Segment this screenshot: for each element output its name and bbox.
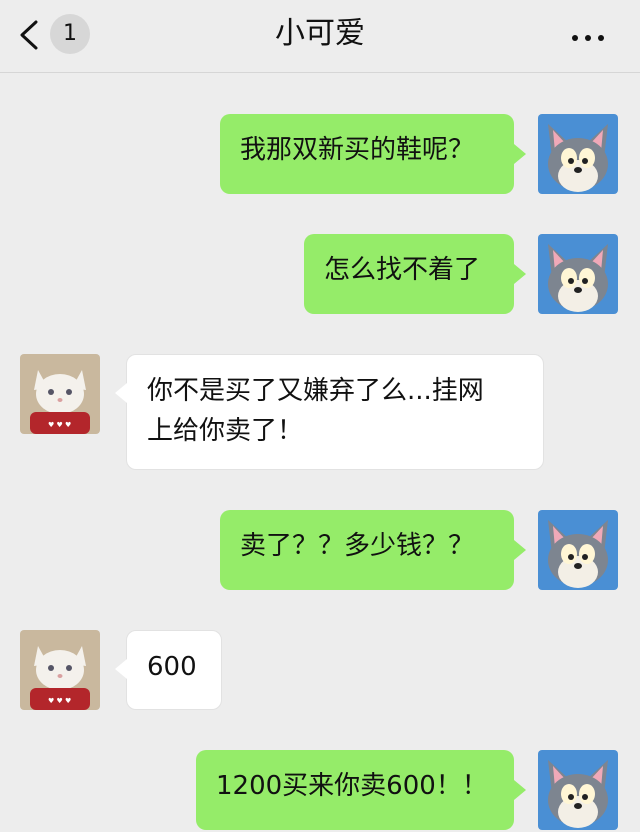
message-bubble[interactable]: 1200买来你卖600！！ [196,750,526,830]
message-bubble[interactable]: 我那双新买的鞋呢？ [220,114,526,194]
my-avatar[interactable] [538,114,618,194]
chat-title: 小可爱 [275,16,365,51]
cat-cartoon-icon [538,234,618,314]
white-cat-photo-icon: ♥ ♥ ♥ [20,630,100,710]
contact-avatar[interactable]: ♥ ♥ ♥ [20,354,100,434]
message-bubble[interactable]: 你不是买了又嫌弃了么...挂网 上给你卖了！ [115,354,544,470]
svg-text:♥ ♥ ♥: ♥ ♥ ♥ [48,697,71,705]
message-bubble[interactable]: 卖了？？多少钱？？ [220,510,526,590]
ellipsis-icon [572,35,578,41]
my-avatar[interactable] [538,750,618,830]
contact-avatar[interactable]: ♥ ♥ ♥ [20,630,100,710]
message-bubble[interactable]: 怎么找不着了 [304,234,526,314]
cat-cartoon-icon [538,750,618,830]
chat-header: 1 小可爱 [0,0,640,73]
white-cat-photo-icon: ♥ ♥ ♥ [20,354,100,434]
my-avatar[interactable] [538,234,618,314]
svg-text:♥ ♥ ♥: ♥ ♥ ♥ [48,421,71,429]
message-bubble[interactable]: 600 [115,630,222,710]
cat-cartoon-icon [538,114,618,194]
more-button[interactable] [572,26,616,41]
cat-cartoon-icon [538,510,618,590]
my-avatar[interactable] [538,510,618,590]
